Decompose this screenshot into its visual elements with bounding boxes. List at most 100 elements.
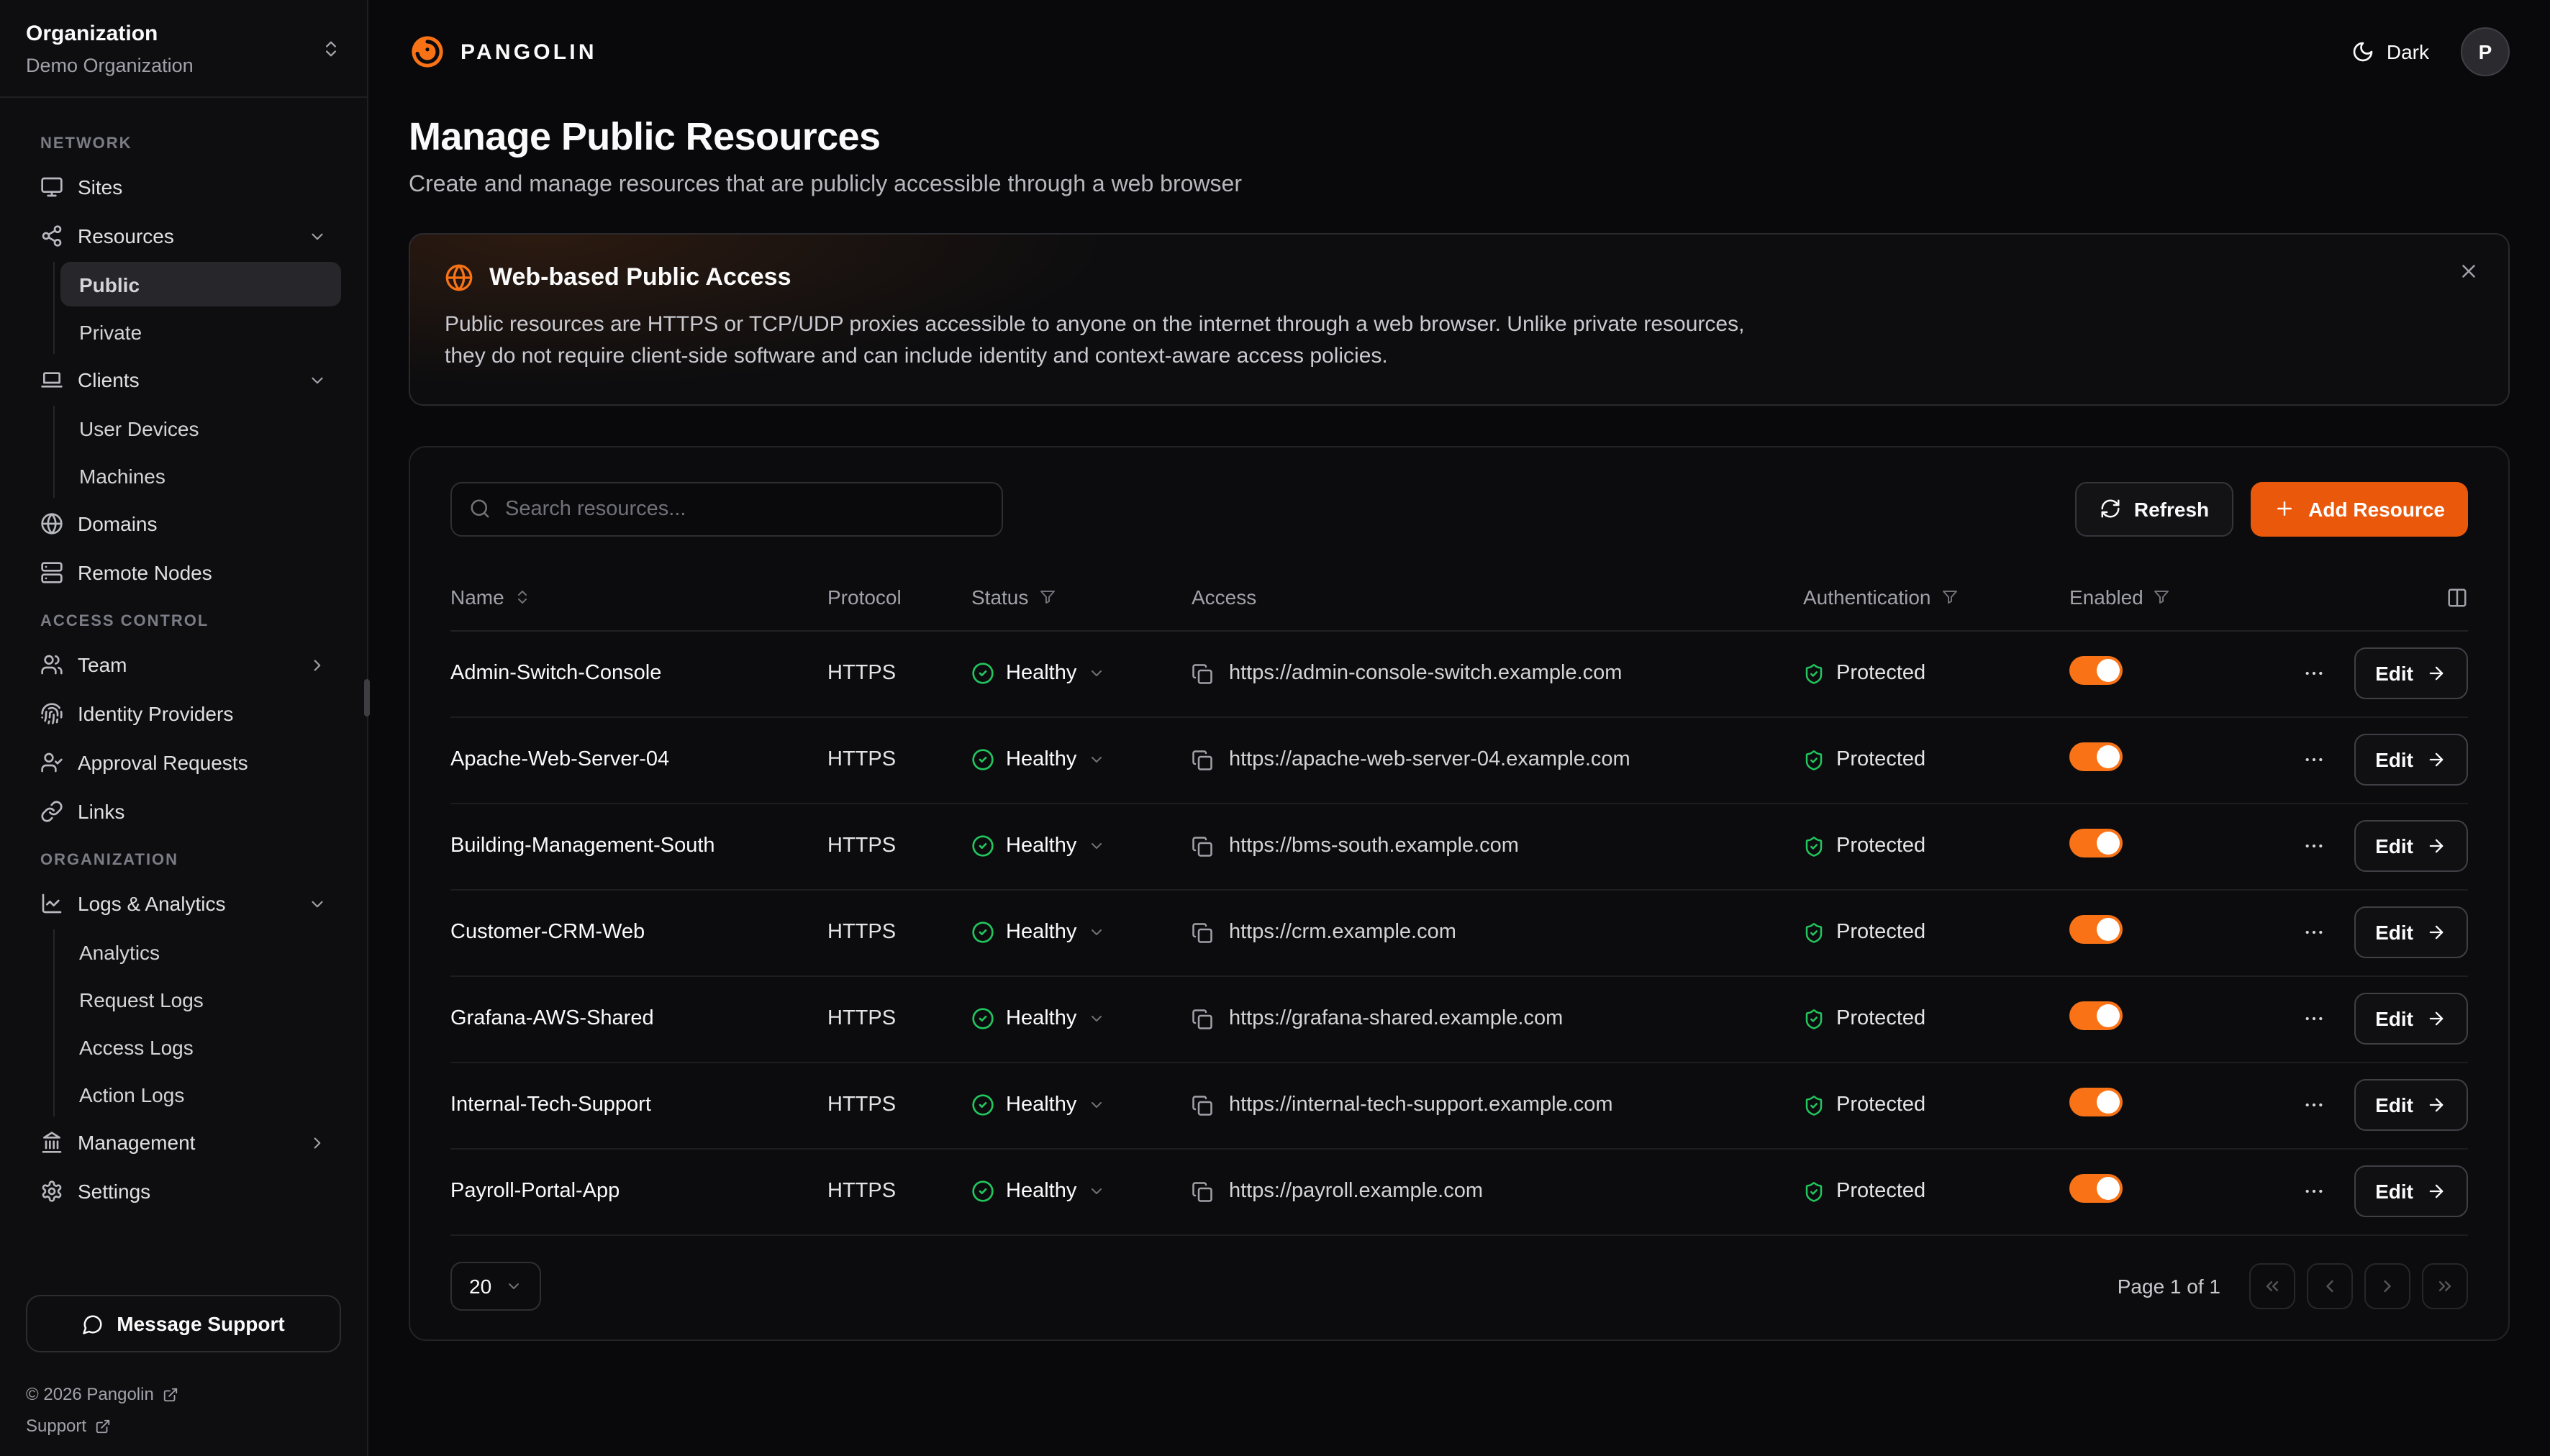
enabled-toggle[interactable]: [2069, 1174, 2123, 1203]
status-cell[interactable]: Healthy: [971, 834, 1192, 857]
card-toolbar: Refresh Add Resource: [450, 481, 2468, 536]
copy-url-button[interactable]: [1192, 1008, 1213, 1029]
healthy-status-icon: [971, 1093, 994, 1116]
sidebar-item-public[interactable]: Public: [60, 262, 341, 306]
column-settings[interactable]: [2271, 586, 2468, 608]
status-cell[interactable]: Healthy: [971, 1180, 1192, 1203]
sidebar-item-label: Settings: [78, 1180, 150, 1203]
copy-url-button[interactable]: [1192, 1094, 1213, 1116]
sidebar-item-remote-nodes[interactable]: Remote Nodes: [26, 550, 341, 596]
avatar[interactable]: P: [2461, 27, 2510, 76]
first-page-button[interactable]: [2249, 1262, 2295, 1309]
resource-url[interactable]: https://admin-console-switch.example.com: [1229, 662, 1622, 685]
sidebar-resize-handle[interactable]: [364, 679, 370, 716]
message-support-button[interactable]: Message Support: [26, 1295, 341, 1352]
org-switcher[interactable]: Organization Demo Organization: [0, 0, 367, 98]
resource-url[interactable]: https://bms-south.example.com: [1229, 834, 1519, 857]
prev-page-button[interactable]: [2307, 1262, 2353, 1309]
resource-url[interactable]: https://crm.example.com: [1229, 921, 1456, 944]
support-link[interactable]: Support: [26, 1416, 341, 1436]
copy-url-button[interactable]: [1192, 663, 1213, 684]
last-page-button[interactable]: [2422, 1262, 2468, 1309]
column-header-enabled[interactable]: Enabled: [2069, 586, 2271, 609]
banner-close-button[interactable]: [2458, 260, 2479, 282]
arrow-right-icon: [2426, 1181, 2446, 1201]
resource-name: Internal-Tech-Support: [450, 1093, 827, 1116]
search-icon: [469, 498, 491, 519]
sidebar-item-sites[interactable]: Sites: [26, 164, 341, 210]
sidebar-item-identity-providers[interactable]: Identity Providers: [26, 691, 341, 737]
theme-toggle[interactable]: Dark: [2352, 40, 2429, 63]
status-cell[interactable]: Healthy: [971, 662, 1192, 685]
sidebar-item-request-logs[interactable]: Request Logs: [60, 977, 341, 1022]
resource-url[interactable]: https://apache-web-server-04.example.com: [1229, 748, 1630, 771]
copy-url-button[interactable]: [1192, 749, 1213, 770]
chevron-down-icon: [1088, 751, 1105, 768]
add-resource-button[interactable]: Add Resource: [2251, 481, 2468, 536]
table-row: Internal-Tech-Support HTTPS Healthy http…: [450, 1063, 2468, 1149]
sidebar-item-label: Sites: [78, 176, 122, 199]
search-input[interactable]: [505, 497, 984, 520]
sidebar-item-private[interactable]: Private: [60, 309, 341, 354]
row-menu-button[interactable]: [2296, 656, 2331, 691]
server-icon: [40, 561, 63, 584]
column-header-authentication[interactable]: Authentication: [1803, 586, 2069, 609]
enabled-toggle[interactable]: [2069, 829, 2123, 857]
column-header-status[interactable]: Status: [971, 586, 1192, 609]
sidebar-item-label: Management: [78, 1131, 195, 1154]
row-menu-button[interactable]: [2296, 742, 2331, 777]
banner-body: Public resources are HTTPS or TCP/UDP pr…: [445, 309, 1754, 372]
status-cell[interactable]: Healthy: [971, 1093, 1192, 1116]
edit-button[interactable]: Edit: [2354, 820, 2468, 872]
page-size-select[interactable]: 20: [450, 1261, 540, 1310]
status-label: Healthy: [1006, 1093, 1076, 1116]
sidebar-item-domains[interactable]: Domains: [26, 501, 341, 547]
resource-protocol: HTTPS: [827, 662, 971, 685]
enabled-toggle[interactable]: [2069, 1001, 2123, 1030]
edit-button[interactable]: Edit: [2354, 734, 2468, 786]
edit-button[interactable]: Edit: [2354, 906, 2468, 958]
edit-button[interactable]: Edit: [2354, 1079, 2468, 1131]
enabled-toggle[interactable]: [2069, 1088, 2123, 1116]
status-cell[interactable]: Healthy: [971, 921, 1192, 944]
sidebar-item-access-logs[interactable]: Access Logs: [60, 1024, 341, 1069]
sidebar-item-action-logs[interactable]: Action Logs: [60, 1072, 341, 1116]
enabled-toggle[interactable]: [2069, 915, 2123, 944]
shield-check-icon: [1803, 749, 1825, 770]
refresh-button[interactable]: Refresh: [2075, 481, 2233, 536]
next-page-button[interactable]: [2364, 1262, 2410, 1309]
edit-button[interactable]: Edit: [2354, 993, 2468, 1045]
resource-url[interactable]: https://payroll.example.com: [1229, 1180, 1483, 1203]
row-menu-button[interactable]: [2296, 1001, 2331, 1036]
sidebar-item-settings[interactable]: Settings: [26, 1168, 341, 1214]
status-cell[interactable]: Healthy: [971, 1007, 1192, 1030]
sidebar-item-user-devices[interactable]: User Devices: [60, 406, 341, 450]
sidebar-item-analytics[interactable]: Analytics: [60, 929, 341, 974]
row-menu-button[interactable]: [2296, 915, 2331, 950]
sidebar-item-clients[interactable]: Clients: [26, 357, 341, 403]
resource-url[interactable]: https://grafana-shared.example.com: [1229, 1007, 1563, 1030]
sidebar-item-management[interactable]: Management: [26, 1119, 341, 1165]
enabled-toggle[interactable]: [2069, 742, 2123, 771]
sidebar-item-team[interactable]: Team: [26, 642, 341, 688]
edit-button[interactable]: Edit: [2354, 647, 2468, 699]
resource-url[interactable]: https://internal-tech-support.example.co…: [1229, 1093, 1613, 1116]
row-menu-button[interactable]: [2296, 1174, 2331, 1209]
copy-url-button[interactable]: [1192, 922, 1213, 943]
copyright-link[interactable]: © 2026 Pangolin: [26, 1384, 341, 1404]
column-header-name[interactable]: Name: [450, 586, 827, 609]
row-menu-button[interactable]: [2296, 1088, 2331, 1122]
filter-icon: [1941, 588, 1958, 606]
sidebar-item-approval-requests[interactable]: Approval Requests: [26, 740, 341, 786]
copy-url-button[interactable]: [1192, 835, 1213, 857]
row-menu-button[interactable]: [2296, 829, 2331, 863]
status-cell[interactable]: Healthy: [971, 748, 1192, 771]
sidebar-item-links[interactable]: Links: [26, 788, 341, 834]
copy-url-button[interactable]: [1192, 1180, 1213, 1202]
edit-button[interactable]: Edit: [2354, 1165, 2468, 1217]
enabled-toggle[interactable]: [2069, 656, 2123, 685]
sidebar-item-logs-analytics[interactable]: Logs & Analytics: [26, 881, 341, 927]
clients-icon: [40, 368, 63, 391]
sidebar-item-machines[interactable]: Machines: [60, 453, 341, 498]
sidebar-item-resources[interactable]: Resources: [26, 213, 341, 259]
